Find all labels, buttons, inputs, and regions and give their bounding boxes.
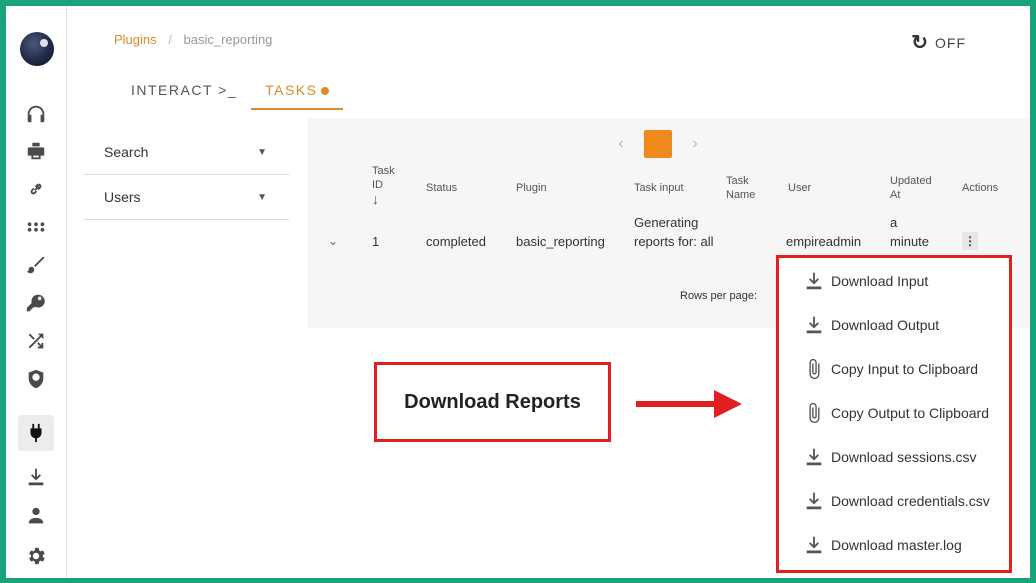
rows-per-page-label: Rows per page: [680, 290, 758, 302]
menu-item-download-input[interactable]: Download Input [803, 270, 928, 292]
refresh-icon: ↻ [911, 32, 929, 54]
download-icon [806, 536, 822, 554]
menu-item-download-credentials[interactable]: Download credentials.csv [803, 490, 990, 512]
cell-task-input: Generating reports for: all [634, 215, 714, 249]
breadcrumb: Plugins / basic_reporting [114, 32, 272, 47]
brush-icon[interactable] [23, 252, 49, 278]
menu-item-label: Download credentials.csv [831, 493, 990, 509]
chevron-down-icon: ▼ [257, 146, 267, 158]
sidebar [6, 6, 67, 578]
users-filter[interactable]: Users ▼ [84, 175, 289, 220]
column-header-task-input[interactable]: Task input [634, 181, 684, 195]
download-reports-callout: Download Reports [374, 362, 611, 442]
app-logo [20, 32, 54, 66]
key-icon[interactable] [23, 290, 49, 316]
current-page-button[interactable] [644, 130, 672, 158]
tab-interact-label: INTERACT >_ [131, 82, 238, 98]
user-icon[interactable] [23, 503, 49, 529]
expand-row-icon[interactable]: ⌄ [328, 234, 338, 248]
column-header-status[interactable]: Status [426, 181, 457, 195]
column-header-plugin[interactable]: Plugin [516, 181, 547, 195]
column-header-user[interactable]: User [788, 181, 811, 195]
tab-tasks-label: TASKS [265, 82, 318, 98]
plug-icon[interactable] [18, 415, 54, 451]
column-header-label: Task ID [372, 165, 395, 191]
sort-down-icon: ↓ [372, 191, 379, 207]
cell-status: completed [426, 234, 486, 249]
menu-item-copy-output[interactable]: Copy Output to Clipboard [803, 402, 989, 424]
gear-icon[interactable] [23, 543, 49, 569]
breadcrumb-link-plugins[interactable]: Plugins [114, 32, 157, 47]
tasks-badge-dot [321, 87, 330, 96]
column-header-updated-at[interactable]: Updated At [890, 174, 936, 202]
download-icon [806, 492, 822, 510]
menu-item-download-master-log[interactable]: Download master.log [803, 534, 962, 556]
printer-icon[interactable] [23, 138, 49, 164]
cell-task-id: 1 [372, 234, 380, 249]
paperclip-icon [809, 358, 820, 380]
cell-plugin: basic_reporting [516, 234, 605, 249]
tab-interact[interactable]: INTERACT >_ [117, 76, 251, 110]
cell-user: empireadmin [786, 234, 862, 249]
column-header-task-id[interactable]: Task ID ↓ [372, 164, 396, 208]
link-icon[interactable] [23, 176, 49, 202]
top-bar: Plugins / basic_reporting ↻ OFF INTERACT… [67, 6, 1030, 116]
menu-item-copy-input[interactable]: Copy Input to Clipboard [803, 358, 978, 380]
breadcrumb-separator: / [168, 32, 172, 47]
shuffle-icon[interactable] [23, 328, 49, 354]
menu-item-label: Download sessions.csv [831, 449, 977, 465]
next-page-icon[interactable]: › [684, 133, 706, 155]
row-actions-menu-icon[interactable]: ⋮ [962, 232, 978, 250]
toggle-label: OFF [935, 34, 966, 51]
grid-icon[interactable] [23, 214, 49, 240]
actions-dropdown-menu: Download Input Download Output Copy Inpu… [776, 255, 1012, 573]
callout-arrow-icon [636, 390, 742, 418]
download-icon [806, 448, 822, 466]
search-filter[interactable]: Search ▼ [84, 130, 289, 175]
tab-bar: INTERACT >_ TASKS [117, 76, 344, 110]
shield-icon[interactable] [23, 366, 49, 392]
pagination: ‹ › [610, 130, 706, 158]
menu-item-download-output[interactable]: Download Output [803, 314, 939, 336]
menu-item-label: Download Output [831, 317, 940, 333]
menu-item-download-sessions[interactable]: Download sessions.csv [803, 446, 977, 468]
column-header-actions: Actions [962, 182, 999, 194]
download-icon[interactable] [23, 464, 49, 490]
users-filter-label: Users [104, 189, 141, 205]
paperclip-icon [809, 402, 820, 424]
search-filter-label: Search [104, 144, 149, 160]
menu-item-label: Copy Output to Clipboard [831, 405, 989, 421]
menu-item-label: Download master.log [831, 537, 962, 553]
menu-item-label: Download Input [831, 273, 929, 289]
column-header-task-name[interactable]: Task Name [726, 174, 762, 202]
download-icon [806, 272, 822, 290]
callout-label: Download Reports [404, 390, 581, 413]
breadcrumb-current: basic_reporting [183, 32, 273, 47]
auto-refresh-toggle[interactable]: ↻ OFF [911, 30, 966, 55]
filter-panel: Search ▼ Users ▼ [84, 130, 289, 220]
tab-tasks[interactable]: TASKS [251, 76, 344, 110]
prev-page-icon[interactable]: ‹ [610, 133, 632, 155]
menu-item-label: Copy Input to Clipboard [831, 361, 979, 377]
download-icon [806, 316, 822, 334]
headphones-icon[interactable] [23, 101, 49, 127]
cell-updated-at: a minute [890, 215, 930, 249]
chevron-down-icon: ▼ [257, 191, 267, 203]
